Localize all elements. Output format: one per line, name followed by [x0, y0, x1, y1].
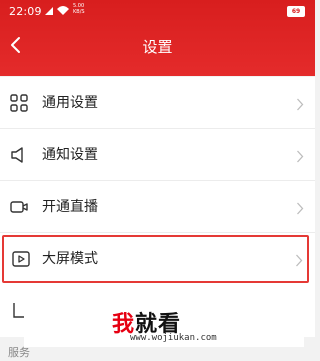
page-title: 设置 — [142, 38, 173, 56]
menu-item-label: 通知设置 — [42, 147, 98, 163]
wifi-icon — [57, 6, 69, 15]
menu-item-label: 开通直播 — [42, 199, 98, 215]
signal-icons — [44, 4, 70, 19]
settings-list: 通用设置 通知设置 开通直播 大屏模式 — [0, 77, 315, 337]
navigation-bar: 设置 — [0, 24, 315, 68]
chevron-right-icon — [295, 252, 303, 267]
menu-item-label: 大屏模式 — [42, 251, 98, 267]
menu-item-big-screen-mode[interactable]: 大屏模式 — [2, 235, 309, 283]
camera-icon — [10, 198, 28, 216]
grid-icon — [10, 94, 28, 112]
chevron-right-icon — [296, 148, 304, 163]
status-time: 22:09 — [9, 5, 42, 18]
menu-item-start-live[interactable]: 开通直播 — [0, 181, 315, 233]
chevron-right-icon — [296, 200, 304, 215]
menu-item-general-settings[interactable]: 通用设置 — [0, 77, 315, 129]
chevron-right-icon — [296, 96, 304, 111]
menu-item-label: 通用设置 — [42, 95, 98, 111]
watermark: 我就看 www.wojiukan.com — [24, 302, 304, 347]
network-speed-unit: KB/S — [73, 9, 85, 15]
status-bar: 22:09 5.00 KB/S 69 — [0, 0, 315, 22]
menu-item-notification-settings[interactable]: 通知设置 — [0, 129, 315, 181]
play-icon — [12, 250, 30, 268]
network-speed: 5.00 KB/S — [73, 3, 85, 15]
speaker-icon — [10, 146, 28, 164]
battery-icon: 69 — [287, 6, 305, 17]
app-header: 22:09 5.00 KB/S 69 设置 — [0, 0, 315, 76]
cellular-signal-icon — [45, 7, 53, 15]
watermark-url: www.wojiukan.com — [130, 333, 217, 343]
